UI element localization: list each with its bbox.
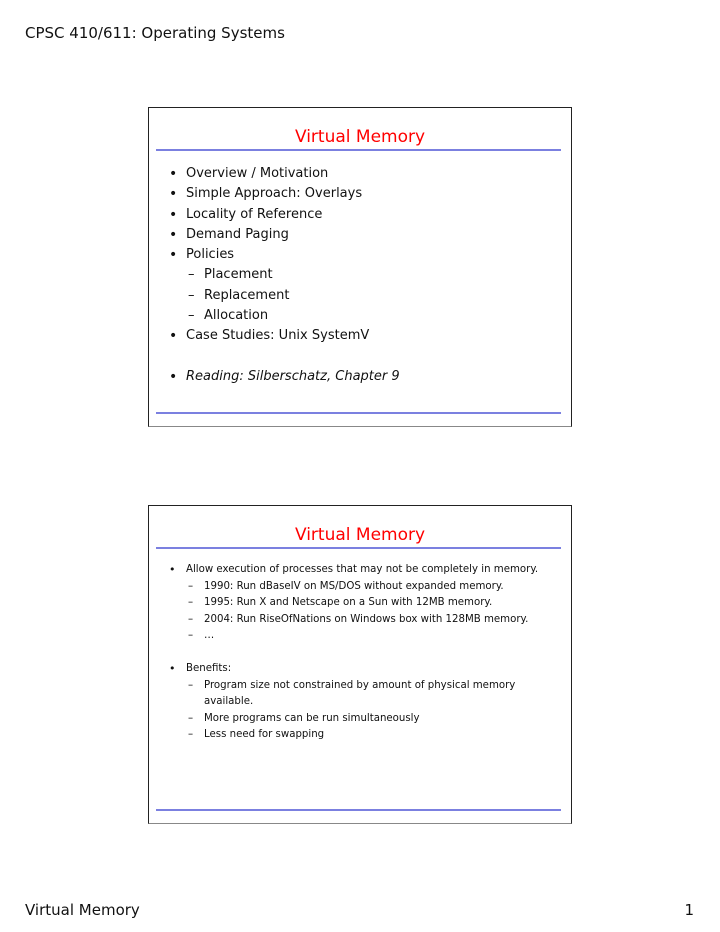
reading-bullet: Reading: Silberschatz, Chapter 9 xyxy=(169,367,400,388)
bullet-item: Demand Paging xyxy=(169,225,400,246)
bullet-item: Overview / Motivation xyxy=(169,164,400,185)
title-divider xyxy=(156,149,561,151)
title-divider xyxy=(156,547,561,549)
slide-title: Virtual Memory xyxy=(294,127,426,147)
sub-bullet-item: 2004: Run RiseOfNations on Windows box w… xyxy=(169,612,549,629)
bullet-item: Simple Approach: Overlays xyxy=(169,184,400,205)
bullet-list: Allow execution of processes that may no… xyxy=(169,562,549,744)
bullet-item: Locality of Reference xyxy=(169,205,400,226)
slide-title: Virtual Memory xyxy=(294,525,426,545)
slide-1: Virtual Memory Overview / Motivation Sim… xyxy=(148,107,572,427)
slide-2: Virtual Memory Allow execution of proces… xyxy=(148,505,572,824)
page-number: 1 xyxy=(684,901,694,919)
spacer xyxy=(169,645,549,662)
sub-bullet-item: Placement xyxy=(169,265,400,286)
sub-bullet-item: Allocation xyxy=(169,306,400,327)
bullet-list: Overview / Motivation Simple Approach: O… xyxy=(169,164,400,388)
spacer xyxy=(169,347,400,367)
sub-bullet-item: Replacement xyxy=(169,286,400,307)
bullet-item: Case Studies: Unix SystemV xyxy=(169,326,400,347)
document-header: CPSC 410/611: Operating Systems xyxy=(25,24,285,42)
bullet-item: Allow execution of processes that may no… xyxy=(169,562,549,579)
footer-title: Virtual Memory xyxy=(25,901,140,919)
sub-bullet-item: Less need for swapping xyxy=(169,727,549,744)
sub-bullet-item: 1990: Run dBaseIV on MS/DOS without expa… xyxy=(169,579,549,596)
sub-bullet-item: Program size not constrained by amount o… xyxy=(169,678,549,711)
sub-bullet-item: More programs can be run simultaneously xyxy=(169,711,549,728)
footer-divider xyxy=(156,412,561,414)
footer-divider xyxy=(156,809,561,811)
sub-bullet-item: 1995: Run X and Netscape on a Sun with 1… xyxy=(169,595,549,612)
sub-bullet-item: … xyxy=(169,628,549,645)
bullet-item: Benefits: xyxy=(169,661,549,678)
bullet-item: Policies xyxy=(169,245,400,266)
